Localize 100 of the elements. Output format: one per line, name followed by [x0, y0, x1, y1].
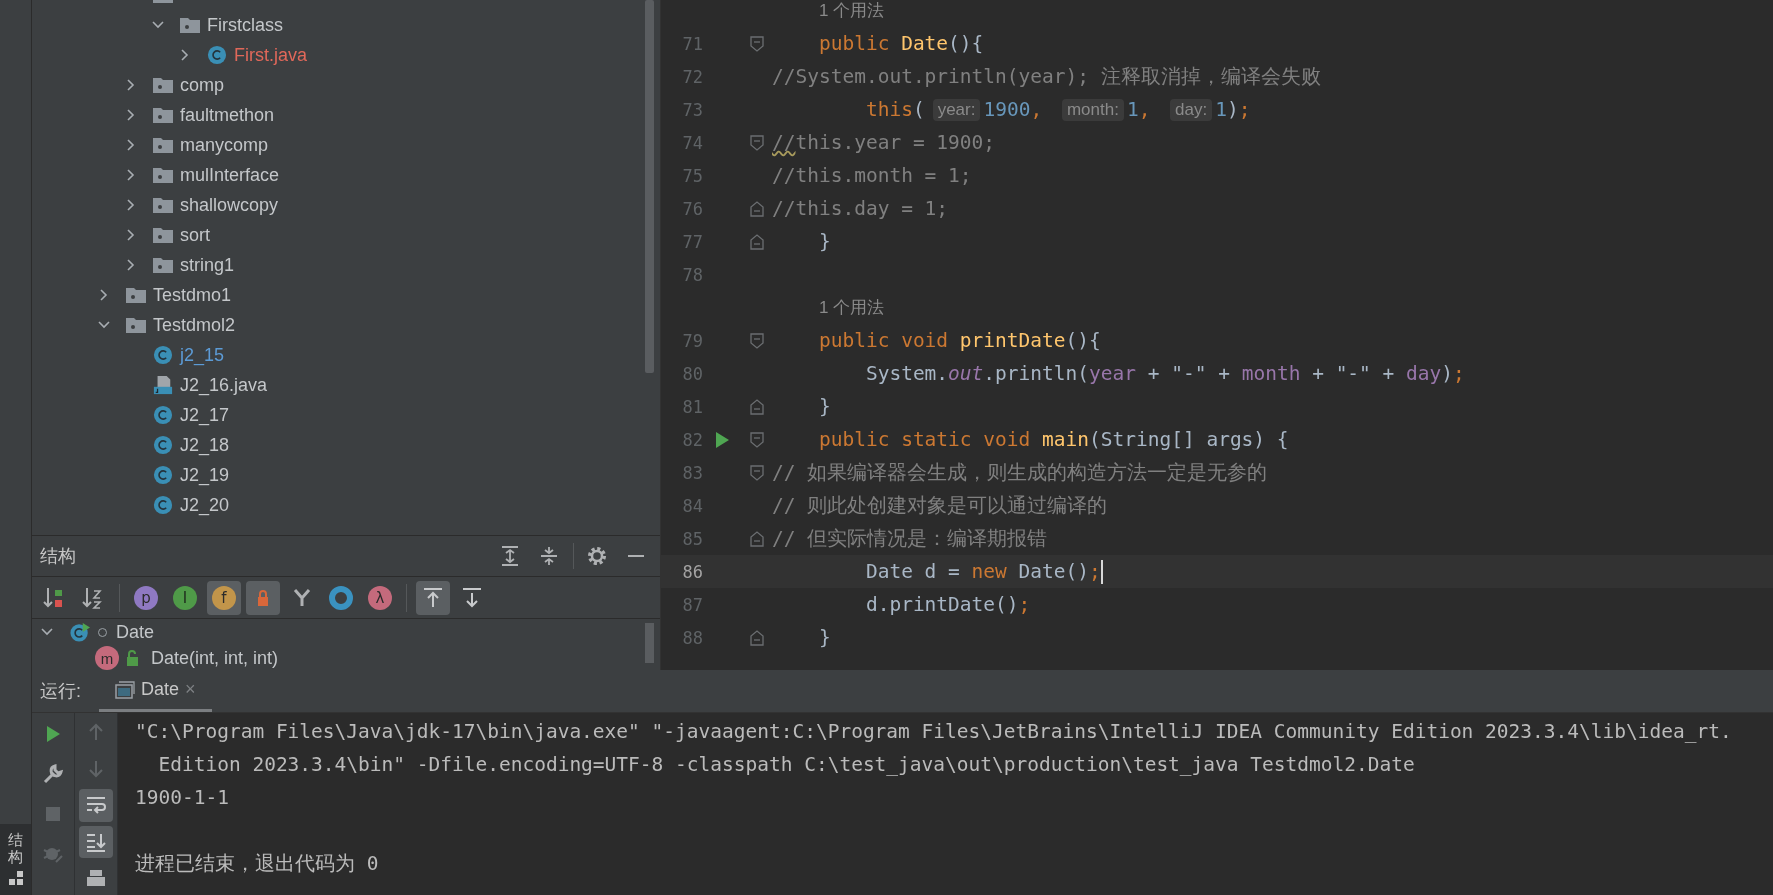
code-line: // 如果编译器会生成，则生成的构造方法一定是无参的 [772, 460, 1268, 486]
panel-title: 结构 [40, 545, 77, 568]
tree-item[interactable]: Date [116, 621, 155, 643]
tree-item[interactable]: J2_19 [180, 464, 230, 486]
tree-item[interactable]: manycomp [180, 134, 269, 156]
class-icon [152, 495, 174, 515]
tree-item[interactable]: string1 [180, 254, 235, 276]
toolbar-button[interactable] [246, 580, 280, 615]
code-line: Date d = new Date(); [864, 560, 1101, 583]
code-line: //System.out.println(year); 注释取消掉，编译会失败 [772, 64, 1321, 90]
line-number: 84 [681, 495, 703, 516]
scrollbar[interactable] [645, 0, 654, 373]
code-line: //this.year = 1900; [772, 131, 996, 154]
console-line: "C:\Program Files\Java\jdk-17\bin\java.exe" "-javaagent:C:\Program Files\JetBrains\IntelliJ IDEA Community Edition 2023.3.4\lib\idea_rt. [135, 720, 1732, 743]
line-number: 77 [681, 231, 703, 252]
code-line: d.printDate(); [864, 593, 1031, 616]
text-cursor [1100, 559, 1103, 584]
folder-icon [125, 285, 147, 305]
tree-item[interactable]: J2_20 [180, 494, 230, 516]
folder-icon [179, 15, 201, 35]
line-number: 86 [681, 561, 703, 582]
tree-item[interactable]: J2_16.java [180, 374, 268, 396]
tree-item[interactable]: Testdmol2 [153, 314, 236, 336]
line-number: 74 [681, 132, 703, 153]
line-number: 71 [681, 33, 703, 54]
tree-item[interactable]: Firstclass [207, 14, 283, 36]
fold-marker-icon[interactable] [749, 431, 764, 448]
run-icon[interactable] [714, 430, 730, 449]
fold-marker-icon[interactable] [749, 233, 764, 250]
tree-item[interactable]: mulInterface [180, 164, 280, 186]
run-panel-label: 运行: [40, 680, 81, 703]
toolbar-button[interactable] [416, 580, 450, 615]
java-file-icon [152, 375, 174, 395]
code-line: public Date(){ [817, 32, 984, 55]
tree-item[interactable]: comp [180, 74, 224, 96]
method-icon: m [95, 646, 119, 670]
parameter-hint: day: [1170, 98, 1213, 121]
line-number: 76 [681, 198, 703, 219]
code-line: //this.month = 1; [772, 164, 972, 187]
line-number: 81 [681, 396, 703, 417]
folder-icon [152, 225, 174, 245]
parameter-hint: year: [932, 98, 981, 121]
class-icon [152, 345, 174, 365]
line-number: 80 [681, 363, 703, 384]
fold-marker-icon[interactable] [749, 530, 764, 547]
tree-item[interactable]: Date(int, int, int) [151, 647, 279, 669]
folder-icon [152, 165, 174, 185]
toolbar-button[interactable] [79, 789, 113, 822]
line-number: 87 [681, 594, 703, 615]
code-line: System.out.println(year + "-" + month + "-" + day); [864, 362, 1465, 385]
line-number: 75 [681, 165, 703, 186]
scrollbar[interactable] [645, 623, 654, 663]
console-icon [115, 680, 135, 699]
folder-icon [152, 255, 174, 275]
tool-window-button[interactable]: 结构 [0, 824, 31, 895]
line-number: 72 [681, 66, 703, 87]
class-icon [68, 622, 92, 642]
tree-item[interactable]: J2_17 [180, 404, 230, 426]
fold-marker-icon[interactable] [749, 332, 764, 349]
code-line: } [817, 395, 831, 418]
fold-marker-icon[interactable] [749, 35, 764, 52]
folder-icon [125, 315, 147, 335]
folder-icon [152, 135, 174, 155]
fold-marker-icon[interactable] [749, 134, 764, 151]
class-icon [152, 405, 174, 425]
tool-window-label: 结构 [8, 832, 23, 865]
tree-item[interactable]: sort [180, 224, 210, 246]
tree-item[interactable]: shallowcopy [180, 194, 279, 216]
console-line: 进程已结束，退出代码为 0 [135, 851, 379, 877]
run-tab[interactable]: Date × [99, 670, 212, 712]
folder-icon [152, 105, 174, 125]
console-line: Edition 2023.3.4\bin" -Dfile.encoding=UTF-8 -classpath C:\test_java\out\production\test_java Testdmol2.Date [157, 753, 1415, 776]
usage-hint[interactable]: 1 个用法 [819, 0, 885, 22]
class-icon [152, 465, 174, 485]
line-number: 79 [681, 330, 703, 351]
class-icon [152, 435, 174, 455]
code-line: // 则此处创建对象是可以通过编译的 [772, 493, 1108, 519]
tree-item[interactable]: j2_15 [180, 344, 225, 366]
code-text: 1, [1126, 98, 1152, 121]
tree-item[interactable]: Testdmo1 [153, 284, 232, 306]
parameter-hint: month: [1061, 98, 1124, 121]
folder-icon [152, 75, 174, 95]
line-number: 85 [681, 528, 703, 549]
code-line: // 但实际情况是：编译期报错 [772, 526, 1048, 552]
fold-marker-icon[interactable] [749, 398, 764, 415]
tree-item[interactable]: First.java [234, 44, 307, 66]
usage-hint[interactable]: 1 个用法 [819, 296, 885, 319]
tree-item[interactable]: faultmethon [180, 104, 275, 126]
code-line: public static void main(String[] args) { [817, 428, 1289, 451]
code-text: 1900, [983, 98, 1044, 121]
toolbar-button[interactable] [79, 825, 113, 859]
fold-marker-icon[interactable] [749, 200, 764, 217]
tree-item[interactable]: J2_18 [180, 434, 230, 456]
code-text: 1); [1215, 98, 1251, 121]
console-line: 1900-1-1 [135, 786, 229, 809]
fold-marker-icon[interactable] [749, 629, 764, 646]
line-number: 88 [681, 627, 703, 648]
line-number: 78 [681, 264, 703, 285]
fold-marker-icon[interactable] [749, 464, 764, 481]
settings-icon[interactable] [585, 544, 609, 568]
